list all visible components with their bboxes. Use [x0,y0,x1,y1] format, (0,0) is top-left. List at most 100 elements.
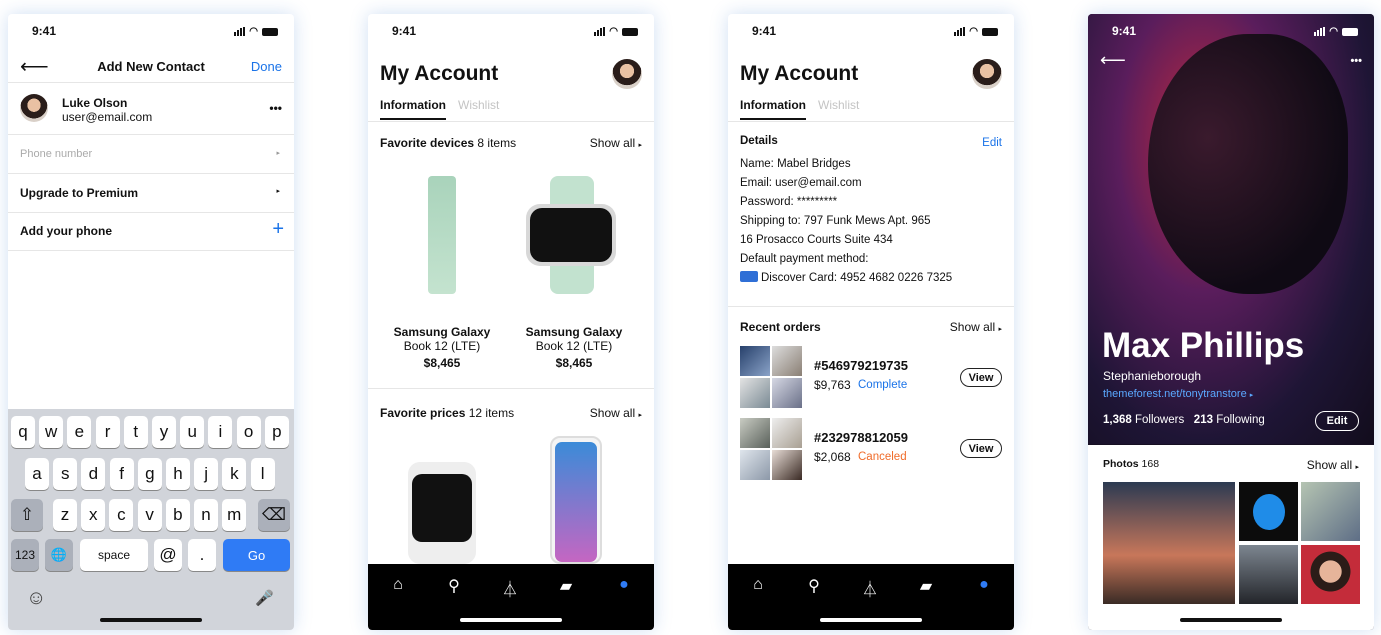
add-phone-label: Add your phone [20,224,112,238]
product-image-watch-band[interactable] [428,176,456,294]
photo-thumbnail[interactable] [1301,545,1360,604]
key-a[interactable]: a [25,458,49,490]
key-u[interactable]: u [180,416,205,448]
product-image-watch[interactable] [526,176,618,294]
contact-card[interactable]: Luke Olson user@email.com ••• [8,82,294,135]
home-icon[interactable]: ⌂ [388,576,408,596]
section-title: Details [740,135,778,147]
key-p[interactable]: p [264,416,289,448]
more-icon[interactable]: ••• [269,101,282,115]
key-j[interactable]: j [194,458,219,490]
avatar [20,94,48,122]
microphone-icon[interactable]: 🎤 [255,589,274,607]
more-icon[interactable]: ••• [1350,55,1362,67]
show-all-link[interactable]: Show all ▸ [590,406,642,420]
order-amount: $9,763 [814,378,851,392]
product-image-phone[interactable] [550,436,602,564]
tab-wishlist[interactable]: Wishlist [458,98,499,120]
key-c[interactable]: c [109,499,134,531]
key-e[interactable]: e [67,416,92,448]
view-order-button[interactable]: View [960,368,1002,387]
key-b[interactable]: b [165,499,190,531]
tab-wishlist[interactable]: Wishlist [818,98,859,120]
detail-line: Default payment method: [740,253,869,265]
key-w[interactable]: w [39,416,64,448]
key-z[interactable]: z [53,499,77,531]
numbers-key[interactable]: 123 [11,539,39,571]
bag-icon[interactable]: ▰ [556,576,576,596]
show-all-link[interactable]: Show all ▸ [590,136,642,150]
key-o[interactable]: o [236,416,261,448]
photo-thumbnail[interactable] [1103,482,1235,604]
key-l[interactable]: l [250,458,275,490]
add-phone-item[interactable]: Add your phone + [8,213,294,251]
key-x[interactable]: x [81,499,106,531]
key-dot[interactable]: . [188,539,216,571]
key-h[interactable]: h [166,458,190,490]
profile-location: Stephanieborough [1103,369,1202,383]
shift-key[interactable]: ⇧ [11,499,43,531]
home-icon[interactable]: ⌂ [748,576,768,596]
bag-icon[interactable]: ▰ [916,576,936,596]
delete-key[interactable]: ⌫ [258,499,290,531]
page-title: My Account [740,62,859,85]
upgrade-premium-item[interactable]: Upgrade to Premium ▸ [8,174,294,213]
key-t[interactable]: t [123,416,148,448]
key-g[interactable]: g [137,458,162,490]
key-at[interactable]: @ [154,539,182,571]
user-icon[interactable]: ● [974,576,994,596]
product-price: $8,465 [555,356,593,370]
product-image-watch-white[interactable] [408,462,476,564]
space-key[interactable]: space [80,539,148,571]
tab-information[interactable]: Information [740,98,806,120]
nav-header: ⟵ Add New Contact Done [8,52,294,82]
key-s[interactable]: s [53,458,78,490]
search-icon[interactable]: ⚲ [444,576,464,596]
edit-link[interactable]: Edit [982,134,1002,153]
user-icon[interactable]: ● [614,576,634,596]
key-r[interactable]: r [95,416,120,448]
product-name: Samsung Galaxy [393,325,491,339]
globe-icon[interactable]: 🌐 [45,539,73,571]
avatar[interactable] [612,59,642,89]
go-button[interactable]: Go [223,539,290,571]
show-all-link[interactable]: Show all ▸ [950,320,1002,334]
my-account-details-screen: 9:41 ◠ My Account Information Wishlist De… [728,14,1014,630]
edit-profile-button[interactable]: Edit [1315,411,1359,431]
photo-thumbnail[interactable] [1239,482,1298,541]
bottom-nav: ⌂ ⚲ ⏃ ▰ ● [368,564,654,630]
key-f[interactable]: f [109,458,134,490]
order-row[interactable]: #232978812059 $2,068 Canceled View [740,418,1002,480]
key-k[interactable]: k [222,458,247,490]
battery-icon [262,27,278,36]
status-time: 9:41 [752,24,777,38]
product-card[interactable]: Samsung Galaxy Book 12 (LTE) $8,465 [512,325,636,370]
done-button[interactable]: Done [251,59,282,74]
show-all-link[interactable]: Show all ▸ [1307,458,1359,472]
wifi-icon: ◠ [969,25,978,37]
key-v[interactable]: v [137,499,162,531]
key-q[interactable]: q [11,416,35,448]
emoji-icon[interactable]: ☺ [26,587,46,610]
hanger-icon[interactable]: ⏃ [860,576,880,599]
product-card[interactable]: Samsung Galaxy Book 12 (LTE) $8,465 [380,325,504,370]
phone-number-field[interactable]: Phone number ▸ [8,135,294,174]
hanger-icon[interactable]: ⏃ [500,576,520,599]
photo-thumbnail[interactable] [1301,482,1360,541]
profile-link[interactable]: themeforest.net/tonytranstore ▸ [1103,388,1253,400]
search-icon[interactable]: ⚲ [804,576,824,596]
detail-line: Email: user@email.com [740,177,862,189]
wifi-icon: ◠ [1329,25,1338,37]
photo-thumbnail[interactable] [1239,545,1298,604]
key-i[interactable]: i [208,416,233,448]
key-n[interactable]: n [194,499,218,531]
key-d[interactable]: d [81,458,106,490]
key-y[interactable]: y [152,416,176,448]
plus-icon[interactable]: + [272,218,284,241]
key-m[interactable]: m [222,499,247,531]
tab-information[interactable]: Information [380,98,446,120]
back-arrow-icon[interactable]: ⟵ [1100,50,1126,71]
order-row[interactable]: #546979219735 $9,763 Complete View [740,346,1002,408]
view-order-button[interactable]: View [960,439,1002,458]
avatar[interactable] [972,59,1002,89]
